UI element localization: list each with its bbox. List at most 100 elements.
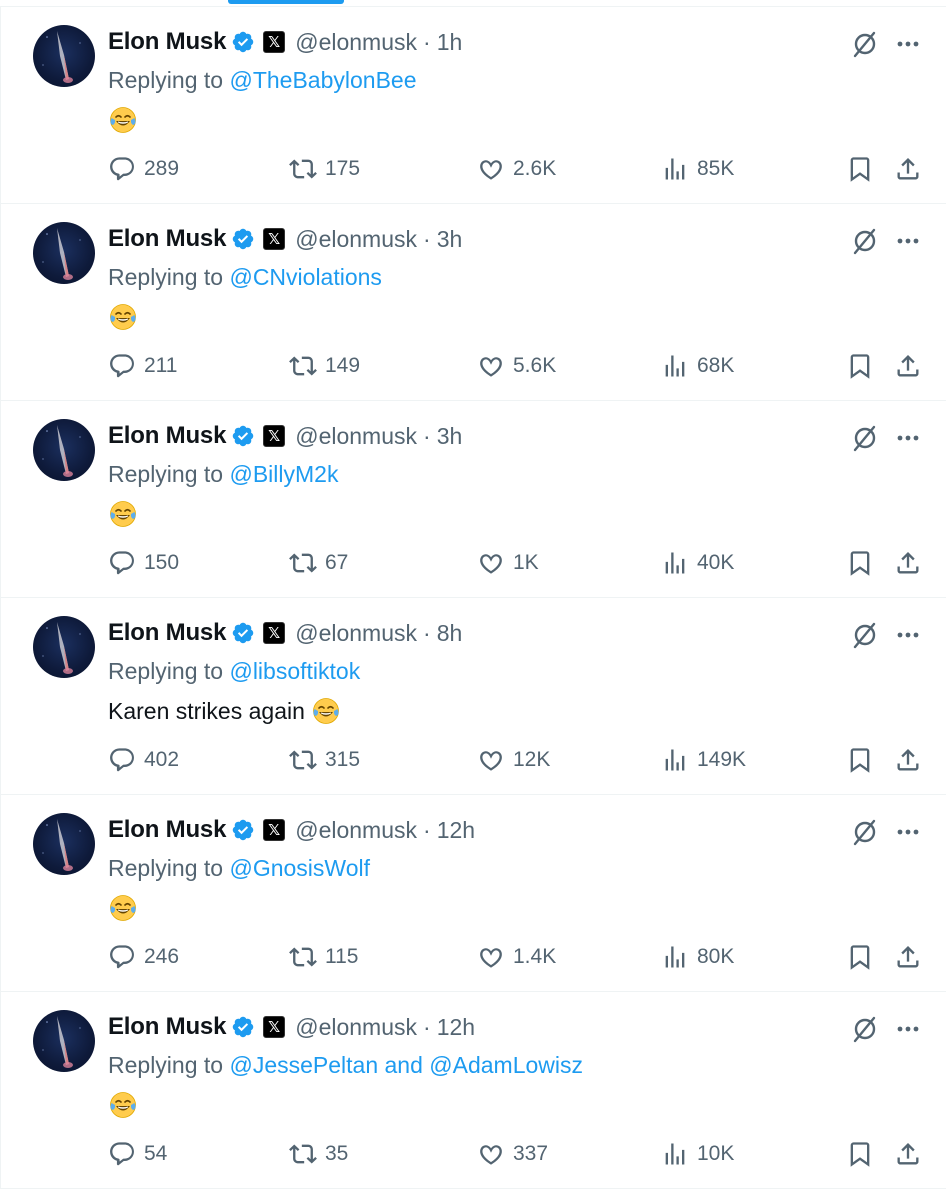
author-handle[interactable]: @elonmusk <box>295 620 417 647</box>
more-options-icon[interactable] <box>893 226 923 256</box>
grok-icon[interactable] <box>850 29 880 59</box>
replied-user-link[interactable]: @CNviolations <box>229 264 381 290</box>
like-button[interactable]: 1.4K <box>477 941 556 973</box>
more-options-icon[interactable] <box>893 423 923 453</box>
avatar[interactable] <box>33 25 95 87</box>
views-button[interactable]: 85K <box>661 153 734 185</box>
grok-icon[interactable] <box>850 423 880 453</box>
retweet-button[interactable]: 149 <box>289 350 360 382</box>
avatar[interactable] <box>33 1010 95 1072</box>
views-button[interactable]: 149K <box>661 744 746 776</box>
author-name[interactable]: Elon Musk <box>108 225 226 253</box>
retweet-button[interactable]: 175 <box>289 153 360 185</box>
replying-to: Replying to @BillyM2k <box>108 461 338 488</box>
bookmark-button[interactable] <box>846 1138 874 1170</box>
grok-icon[interactable] <box>850 620 880 650</box>
tweet[interactable]: Elon Musk 𝕏 @elonmusk · 8h Replying to @… <box>0 598 946 795</box>
views-button[interactable]: 80K <box>661 941 734 973</box>
reply-count: 246 <box>144 945 180 968</box>
tweet[interactable]: Elon Musk 𝕏 @elonmusk · 1h Replying to @… <box>0 7 946 204</box>
author-handle[interactable]: @elonmusk <box>295 226 417 253</box>
timestamp[interactable]: 1h <box>437 29 463 56</box>
share-button[interactable] <box>894 350 922 382</box>
bookmark-button[interactable] <box>846 350 874 382</box>
avatar[interactable] <box>33 813 95 875</box>
views-button[interactable]: 10K <box>661 1138 734 1170</box>
timestamp[interactable]: 12h <box>437 817 475 844</box>
replied-user-link[interactable]: @TheBabylonBee <box>229 67 416 93</box>
reply-count: 54 <box>144 1142 168 1165</box>
tweet-text: Karen strikes again <box>108 696 341 726</box>
tweet[interactable]: Elon Musk 𝕏 @elonmusk · 12h Replying to … <box>0 992 946 1189</box>
view-count: 85K <box>697 157 735 180</box>
reply-button[interactable]: 246 <box>108 941 179 973</box>
share-button[interactable] <box>894 153 922 185</box>
avatar[interactable] <box>33 222 95 284</box>
reply-button[interactable]: 289 <box>108 153 179 185</box>
grok-icon[interactable] <box>850 226 880 256</box>
share-button[interactable] <box>894 941 922 973</box>
more-options-icon[interactable] <box>893 620 923 650</box>
replied-user-link[interactable]: @AdamLowisz <box>429 1052 583 1078</box>
like-button[interactable]: 337 <box>477 1138 548 1170</box>
author-handle[interactable]: @elonmusk <box>295 817 417 844</box>
verified-badge-icon <box>231 1015 255 1039</box>
replied-user-link[interactable]: @BillyM2k <box>229 461 338 487</box>
author-handle[interactable]: @elonmusk <box>295 29 417 56</box>
avatar[interactable] <box>33 616 95 678</box>
bookmark-button[interactable] <box>846 941 874 973</box>
author-name[interactable]: Elon Musk <box>108 816 226 844</box>
share-button[interactable] <box>894 1138 922 1170</box>
like-button[interactable]: 2.6K <box>477 153 556 185</box>
bookmark-button[interactable] <box>846 547 874 579</box>
face-with-tears-of-joy-icon <box>108 302 138 332</box>
like-button[interactable]: 12K <box>477 744 550 776</box>
like-button[interactable]: 1K <box>477 547 539 579</box>
reply-button[interactable]: 211 <box>108 350 177 382</box>
reply-icon <box>110 551 134 575</box>
retweet-button[interactable]: 315 <box>289 744 360 776</box>
like-count: 5.6K <box>513 354 557 377</box>
bookmark-button[interactable] <box>846 744 874 776</box>
author-name[interactable]: Elon Musk <box>108 619 226 647</box>
replied-user-link[interactable]: @libsoftiktok <box>229 658 360 684</box>
more-options-icon[interactable] <box>893 29 923 59</box>
tweet-header: Elon Musk 𝕏 @elonmusk · 12h <box>108 815 475 845</box>
retweet-button[interactable]: 35 <box>289 1138 348 1170</box>
author-name[interactable]: Elon Musk <box>108 1013 226 1041</box>
like-button[interactable]: 5.6K <box>477 350 556 382</box>
author-handle[interactable]: @elonmusk <box>295 1014 417 1041</box>
face-with-tears-of-joy-icon <box>108 499 138 529</box>
retweet-count: 115 <box>325 945 359 968</box>
retweet-button[interactable]: 115 <box>289 941 358 973</box>
more-options-icon[interactable] <box>893 1014 923 1044</box>
timestamp[interactable]: 3h <box>437 226 463 253</box>
tweet[interactable]: Elon Musk 𝕏 @elonmusk · 3h Replying to @… <box>0 204 946 401</box>
reply-button[interactable]: 402 <box>108 744 179 776</box>
author-name[interactable]: Elon Musk <box>108 422 226 450</box>
timestamp[interactable]: 8h <box>437 620 463 647</box>
replied-user-link[interactable]: @JessePeltan <box>229 1052 378 1078</box>
bookmark-button[interactable] <box>846 153 874 185</box>
timestamp[interactable]: 12h <box>437 1014 475 1041</box>
replied-user-link[interactable]: @GnosisWolf <box>229 855 370 881</box>
like-count: 2.6K <box>513 157 557 180</box>
grok-icon[interactable] <box>850 817 880 847</box>
reply-button[interactable]: 54 <box>108 1138 167 1170</box>
avatar[interactable] <box>33 419 95 481</box>
author-handle[interactable]: @elonmusk <box>295 423 417 450</box>
tweet[interactable]: Elon Musk 𝕏 @elonmusk · 12h Replying to … <box>0 795 946 992</box>
views-button[interactable]: 40K <box>661 547 734 579</box>
author-name[interactable]: Elon Musk <box>108 28 226 56</box>
timestamp[interactable]: 3h <box>437 423 463 450</box>
share-button[interactable] <box>894 547 922 579</box>
share-button[interactable] <box>894 744 922 776</box>
replying-to-label: Replying to <box>108 1052 230 1078</box>
grok-icon[interactable] <box>850 1014 880 1044</box>
views-button[interactable]: 68K <box>661 350 734 382</box>
retweet-button[interactable]: 67 <box>289 547 348 579</box>
tweet[interactable]: Elon Musk 𝕏 @elonmusk · 3h Replying to @… <box>0 401 946 598</box>
more-options-icon[interactable] <box>893 817 923 847</box>
x-affiliate-badge-icon: 𝕏 <box>263 228 286 250</box>
reply-button[interactable]: 150 <box>108 547 179 579</box>
